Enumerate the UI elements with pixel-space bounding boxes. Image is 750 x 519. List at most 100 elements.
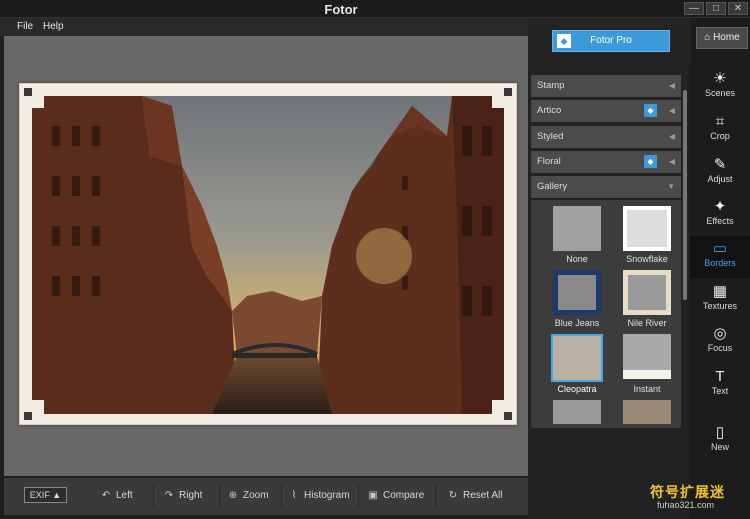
chevron-left-icon: ◀	[668, 157, 675, 166]
sidebar-item-label: Effects	[706, 216, 734, 226]
thumb-label: Instant	[633, 384, 661, 394]
thumb-more[interactable]	[553, 400, 601, 424]
reset-all-button[interactable]: ↻ Reset All	[446, 485, 514, 507]
sidebar-item-focus[interactable]: ◎ Focus	[690, 321, 750, 363]
thumb-none[interactable]	[553, 206, 601, 251]
chevron-left-icon: ◀	[668, 106, 675, 115]
sidebar-item-adjust[interactable]: ✎ Adjust	[690, 152, 750, 194]
home-icon: ⌂	[704, 32, 714, 43]
histogram-button[interactable]: ⌇ Histogram	[287, 485, 359, 507]
tool-sidebar: ⌂ Home ☀ Scenes ⌗ Crop ✎ Adjust ✦ Effect…	[690, 18, 750, 519]
reset-icon: ↻	[448, 490, 458, 501]
frame-corner-top-right	[492, 88, 512, 108]
pro-diamond-icon: ◆	[644, 155, 657, 168]
histogram-label: Histogram	[304, 490, 350, 501]
pro-diamond-icon: ◆	[644, 104, 657, 117]
thumb-blue-jeans[interactable]	[553, 270, 601, 315]
diamond-icon: ◆	[557, 34, 571, 48]
watermark: 符号扩展迷	[650, 484, 725, 500]
sun-icon: ☀	[713, 70, 727, 87]
thumb-snowflake[interactable]	[623, 206, 671, 251]
home-label: Home	[713, 32, 740, 43]
rotate-right-button[interactable]: ↷ Right	[162, 485, 220, 507]
photo-image	[32, 96, 504, 414]
compare-label: Compare	[383, 490, 425, 501]
category-artico[interactable]: Artico ◆ ◀	[531, 100, 681, 122]
category-label: Gallery	[537, 181, 568, 192]
category-stamp[interactable]: Stamp ◀	[531, 75, 681, 97]
thumb-label: None	[566, 254, 588, 264]
home-button[interactable]: ⌂ Home	[696, 27, 748, 49]
sidebar-item-label: Adjust	[707, 174, 733, 184]
new-file-icon: ▯	[715, 424, 725, 441]
thumb-label: Nile River	[627, 318, 667, 328]
thumb-label: Cleopatra	[557, 384, 597, 394]
sidebar-item-label: Scenes	[704, 88, 736, 98]
focus-icon: ◎	[713, 325, 727, 342]
pencil-icon: ✎	[713, 156, 727, 173]
thumb-label: Snowflake	[626, 254, 668, 264]
zoom-button[interactable]: ⊕ Zoom	[226, 485, 282, 507]
zoom-icon: ⊕	[228, 490, 238, 501]
borders-panel: ◆ Fotor Pro Stamp ◀ Artico ◆ ◀ Styled ◀ …	[528, 18, 690, 519]
photo	[32, 96, 504, 414]
pro-header: ◆ Fotor Pro	[528, 18, 690, 66]
chevron-left-icon: ◀	[668, 132, 675, 141]
sparkle-icon: ✦	[713, 198, 727, 215]
rotate-left-label: Left	[116, 490, 133, 501]
sidebar-item-crop[interactable]: ⌗ Crop	[690, 109, 750, 151]
checker-icon: ▦	[712, 283, 728, 300]
menu-file[interactable]: File	[17, 21, 33, 32]
minimize-button[interactable]: —	[684, 2, 704, 15]
histogram-icon: ⌇	[291, 490, 297, 501]
bottom-toolbar: EXIF ▲ ↶ Left ↷ Right ⊕ Zoom ⌇ Histogram ▣ Co…	[4, 478, 528, 515]
title-bar: Fotor — □ ✕	[0, 0, 750, 18]
sidebar-item-text[interactable]: T Text	[690, 364, 750, 406]
close-button[interactable]: ✕	[728, 2, 748, 15]
frame-corner-bottom-right	[492, 400, 512, 420]
thumb-more[interactable]	[623, 400, 671, 424]
rotate-left-icon: ↶	[101, 490, 111, 501]
border-frame-icon: ▭	[712, 240, 728, 257]
zoom-label: Zoom	[243, 490, 269, 501]
sidebar-item-new[interactable]: ▯ New	[690, 420, 750, 462]
border-frame	[19, 83, 517, 425]
thumb-nile-river[interactable]	[623, 270, 671, 315]
frame-corner-top-left	[24, 88, 44, 108]
sidebar-item-scenes[interactable]: ☀ Scenes	[690, 66, 750, 108]
menu-bar: File Help	[0, 18, 528, 36]
category-gallery[interactable]: Gallery ▼	[531, 176, 681, 198]
gallery-thumbnails: None Snowflake Blue Jeans Nile River Cle…	[531, 200, 681, 428]
exif-button[interactable]: EXIF ▲	[24, 487, 67, 503]
sidebar-item-label: Crop	[710, 131, 730, 141]
category-label: Styled	[537, 131, 564, 142]
chevron-down-icon: ▼	[667, 182, 675, 191]
category-floral[interactable]: Floral ◆ ◀	[531, 151, 681, 173]
sidebar-item-label: Text	[711, 386, 729, 396]
sidebar-item-label: Textures	[702, 301, 737, 311]
rotate-right-label: Right	[179, 490, 203, 501]
thumb-cleopatra[interactable]	[551, 334, 603, 382]
compare-icon: ▣	[368, 490, 378, 501]
sidebar-item-textures[interactable]: ▦ Textures	[690, 279, 750, 321]
thumb-instant[interactable]	[623, 334, 671, 379]
sidebar-item-effects[interactable]: ✦ Effects	[690, 194, 750, 236]
watermark-url: fuhao321.com	[657, 500, 715, 510]
fotor-pro-label: Fotor Pro	[590, 35, 632, 46]
rotate-left-button[interactable]: ↶ Left	[99, 485, 154, 507]
category-label: Artico	[537, 105, 562, 116]
category-label: Stamp	[537, 80, 565, 91]
thumb-label: Blue Jeans	[554, 318, 600, 328]
frame-corner-bottom-left	[24, 400, 44, 420]
sidebar-item-borders[interactable]: ▭ Borders	[690, 236, 750, 278]
panel-scrollbar[interactable]	[683, 90, 687, 300]
sidebar-item-label: Focus	[707, 343, 733, 353]
compare-button[interactable]: ▣ Compare	[366, 485, 436, 507]
maximize-button[interactable]: □	[706, 2, 726, 15]
chevron-left-icon: ◀	[668, 81, 675, 90]
category-styled[interactable]: Styled ◀	[531, 126, 681, 148]
fotor-pro-button[interactable]: ◆ Fotor Pro	[552, 30, 670, 52]
rotate-right-icon: ↷	[164, 490, 174, 501]
menu-help[interactable]: Help	[43, 21, 64, 32]
editor-canvas	[4, 36, 528, 476]
